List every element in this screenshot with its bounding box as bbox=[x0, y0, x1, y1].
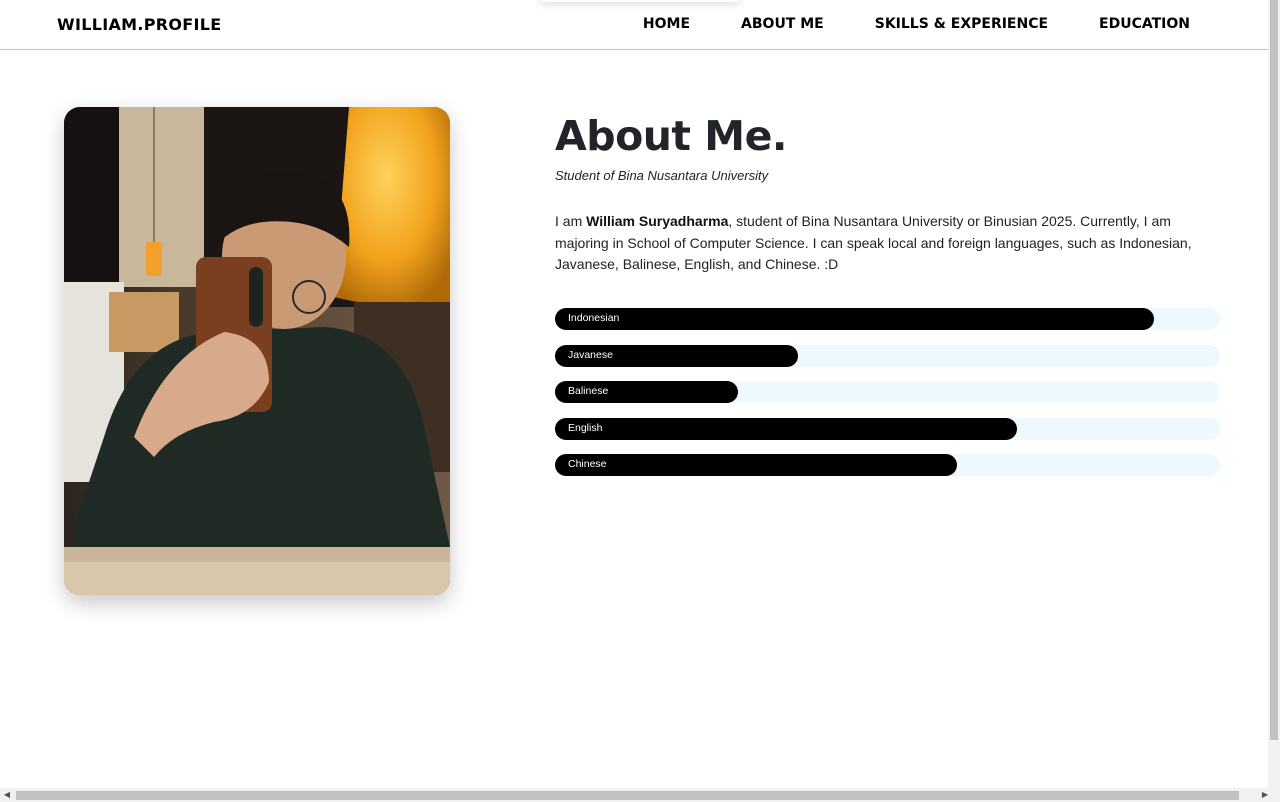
skill-bar-indonesian: Indonesian bbox=[555, 308, 1220, 330]
skill-label-indonesian: Indonesian bbox=[568, 312, 620, 324]
arrow-left-icon[interactable]: ◀ bbox=[0, 788, 14, 802]
horizontal-scroll-thumb[interactable] bbox=[16, 791, 1239, 800]
skill-bar-english: English bbox=[555, 417, 1220, 440]
skill-fill-chinese bbox=[555, 454, 958, 476]
nav-menu: HOME ABOUT ME SKILLS & EXPERIENCE EDUCAT… bbox=[643, 16, 1190, 32]
skill-fill-english bbox=[555, 417, 1018, 440]
skill-bar-balinese: Balinese bbox=[555, 381, 1220, 403]
skill-label-english: English bbox=[568, 421, 603, 434]
nav-skills-experience[interactable]: SKILLS & EXPERIENCE bbox=[875, 16, 1048, 32]
subtitle: Student of Bina Nusantara University bbox=[555, 168, 769, 183]
arrow-right-icon[interactable]: ▶ bbox=[1258, 788, 1272, 802]
skill-bar-chinese: Chinese bbox=[555, 454, 1220, 476]
skill-label-javanese: Javanese bbox=[568, 348, 613, 361]
nav-education[interactable]: EDUCATION bbox=[1099, 16, 1190, 32]
skill-bar-javanese: Javanese bbox=[555, 344, 1220, 367]
language-skills: Indonesian Javanese Balinese English Chi… bbox=[555, 308, 1220, 491]
bio-paragraph: I am William Suryadharma, student of Bin… bbox=[555, 211, 1220, 276]
about-section: About Me. Student of Bina Nusantara Univ… bbox=[555, 112, 1220, 290]
navbar: WILLIAM.PROFILE HOME ABOUT ME SKILLS & E… bbox=[0, 0, 1268, 50]
profile-photo-illustration bbox=[64, 107, 450, 595]
nav-about-me[interactable]: ABOUT ME bbox=[741, 16, 824, 32]
vertical-scrollbar[interactable] bbox=[1268, 0, 1280, 788]
nav-shadow-decoration bbox=[540, 0, 740, 2]
skill-label-chinese: Chinese bbox=[568, 458, 607, 470]
bio-name: William Suryadharma bbox=[586, 213, 729, 229]
horizontal-scrollbar[interactable]: ◀ ▶ bbox=[0, 788, 1280, 802]
brand-logo[interactable]: WILLIAM.PROFILE bbox=[57, 15, 221, 34]
page-title: About Me. bbox=[555, 112, 788, 160]
skill-fill-indonesian bbox=[555, 308, 1154, 330]
profile-photo bbox=[64, 107, 450, 595]
vertical-scroll-thumb[interactable] bbox=[1270, 0, 1278, 740]
bio-prefix: I am bbox=[555, 213, 587, 229]
skill-label-balinese: Balinese bbox=[568, 385, 609, 397]
nav-home[interactable]: HOME bbox=[643, 16, 690, 32]
